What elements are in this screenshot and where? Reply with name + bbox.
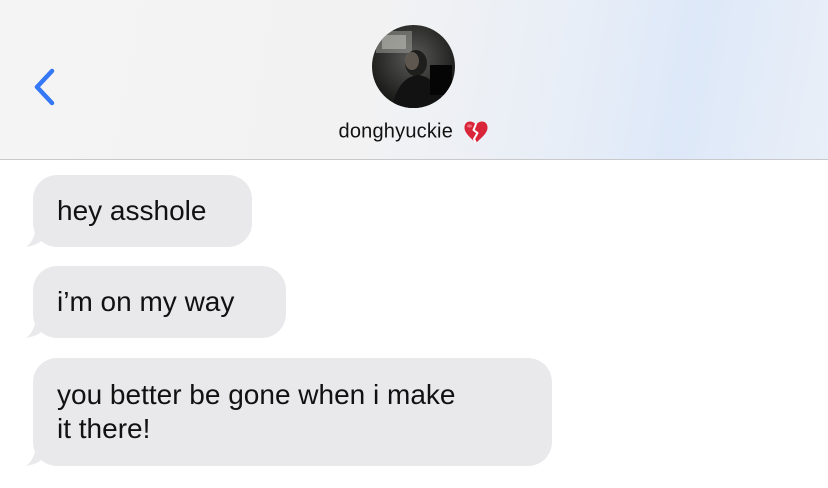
message-bubble[interactable]: hey asshole: [33, 175, 252, 247]
conversation-header: donghyuckie: [0, 0, 828, 160]
avatar-photo: [372, 25, 455, 108]
message-bubble[interactable]: i’m on my way: [33, 266, 286, 338]
message-text: you better be gone when i make it there!: [57, 379, 456, 444]
message-bubble[interactable]: you better be gone when i make it there!: [33, 358, 552, 466]
broken-heart-icon: [463, 120, 489, 144]
contact-avatar[interactable]: [372, 25, 455, 108]
message-text: i’m on my way: [57, 286, 235, 317]
message-text: hey asshole: [57, 195, 207, 226]
contact-name-row[interactable]: donghyuckie: [0, 120, 828, 150]
back-button[interactable]: [26, 62, 66, 112]
chevron-left-icon: [34, 68, 55, 106]
messages-screen: donghyuckie hey asshole i’m on my way yo…: [0, 0, 828, 488]
contact-name: donghyuckie: [338, 120, 454, 143]
